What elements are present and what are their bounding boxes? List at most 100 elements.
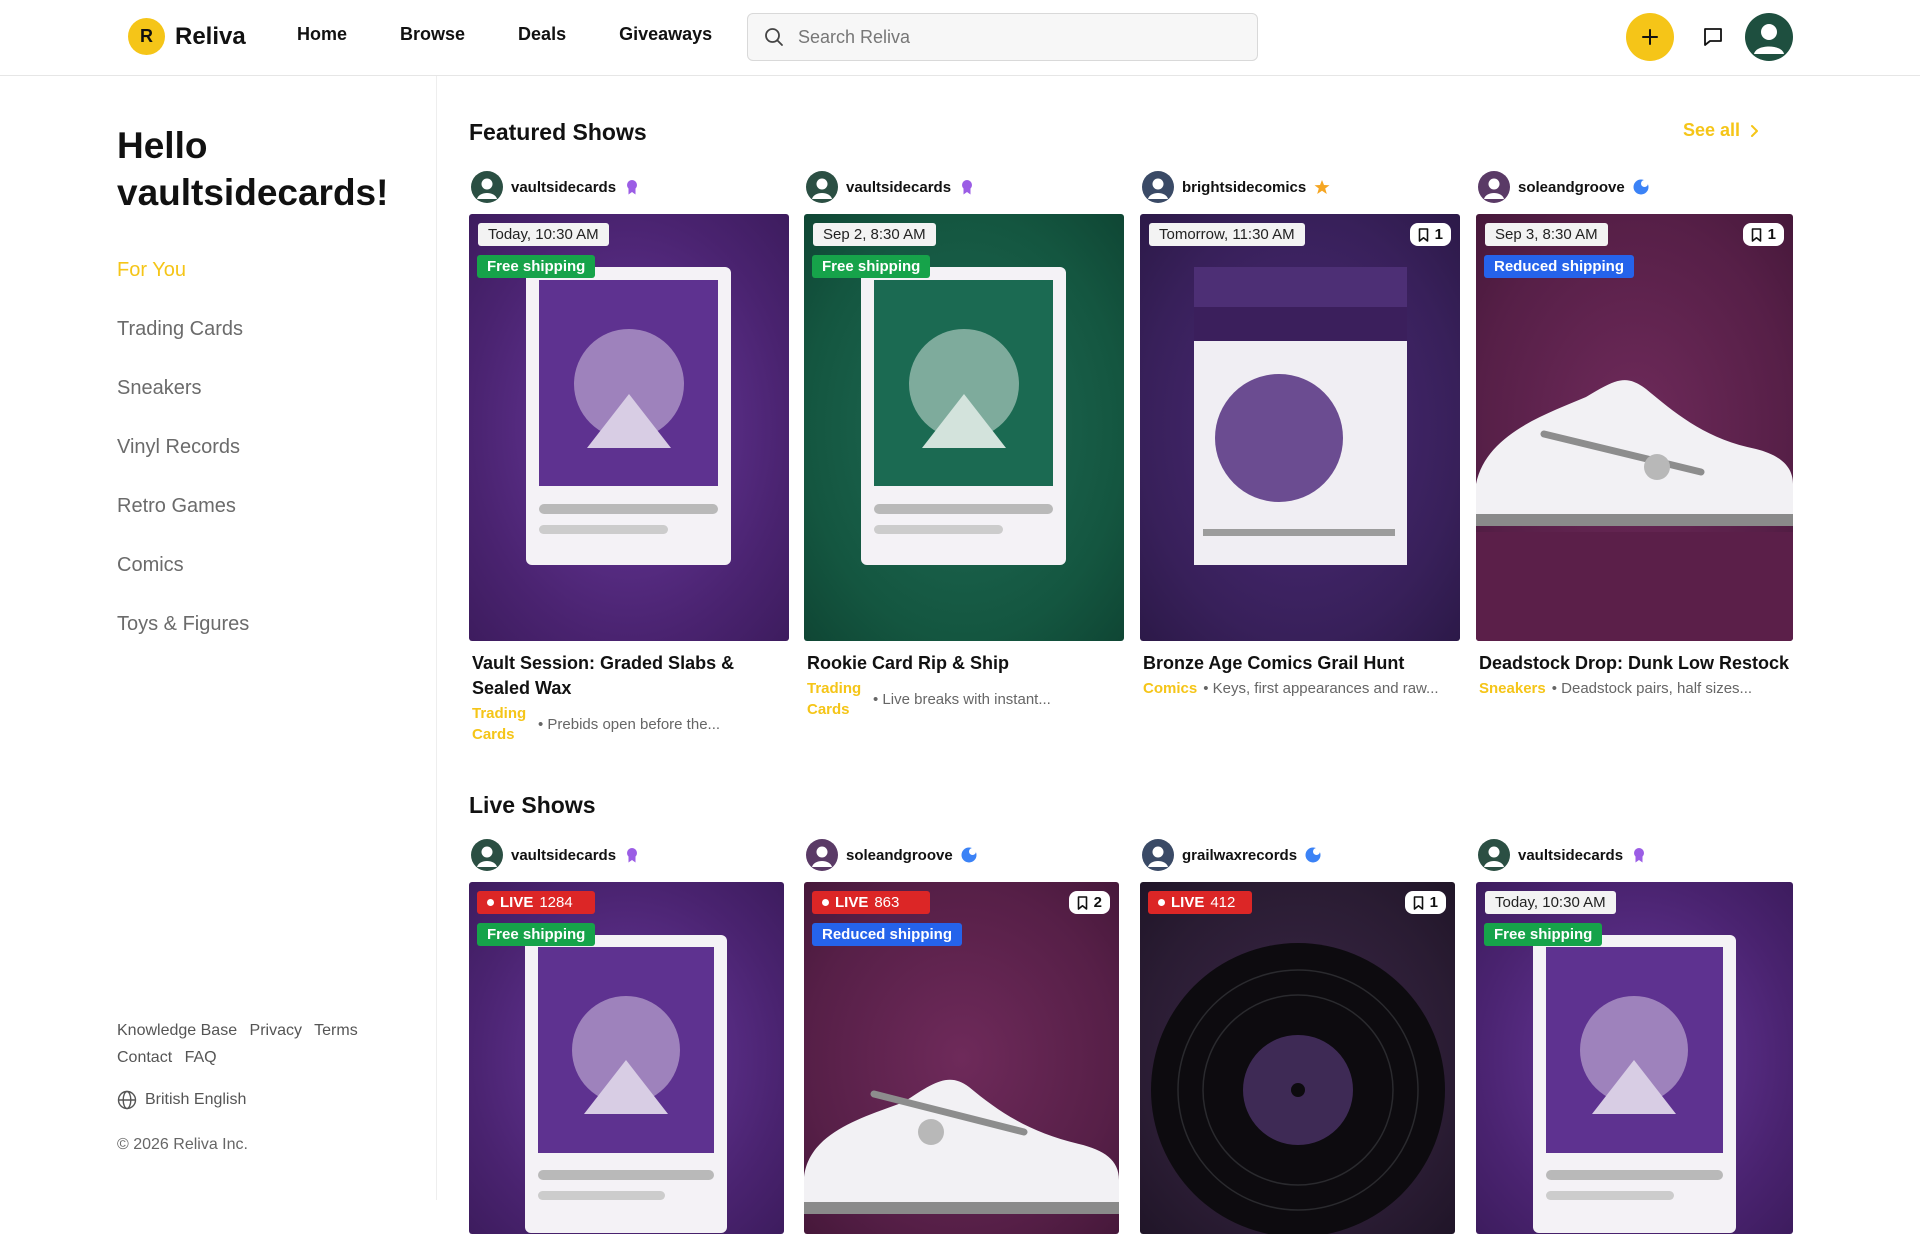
link-terms[interactable]: Terms (314, 1022, 358, 1039)
show-card[interactable]: soleandgroove Sep 3, 8:30 AM Reduced shi… (1476, 170, 1793, 699)
seller-avatar[interactable] (1142, 171, 1174, 203)
seller-name[interactable]: grailwaxrecords (1182, 847, 1297, 864)
seller-name[interactable]: vaultsidecards (511, 179, 616, 196)
show-description: • Prebids open before the... (538, 716, 721, 733)
show-category[interactable]: Sneakers (1479, 678, 1546, 699)
save-count-value: 1 (1429, 894, 1438, 911)
show-card[interactable]: vaultsidecards Sep 2, 8:30 AM Free shipp… (804, 170, 1124, 720)
seller-name[interactable]: brightsidecomics (1182, 179, 1306, 196)
show-thumbnail[interactable]: Today, 10:30 AM Free shipping (469, 214, 789, 641)
shipping-badge: Free shipping (477, 923, 596, 946)
logo[interactable]: R Reliva (128, 18, 246, 55)
bookmark-icon (1418, 227, 1428, 242)
category-vinyl-records[interactable]: Vinyl Records (117, 435, 249, 494)
seller-name[interactable]: soleandgroove (846, 847, 953, 864)
seller-avatar[interactable] (1142, 839, 1174, 871)
show-thumbnail[interactable]: LIVE 412 1 (1140, 882, 1455, 1234)
nav-home[interactable]: Home (297, 24, 347, 45)
purple-ribbon-icon (627, 848, 638, 863)
seller-name[interactable]: vaultsidecards (1518, 847, 1623, 864)
category-trading-cards[interactable]: Trading Cards (117, 317, 249, 376)
live-show-card[interactable]: vaultsidecards Today, 10:30 AM Free ship… (1476, 838, 1793, 1234)
seller-avatar[interactable] (1478, 171, 1510, 203)
category-list: For You Trading Cards Sneakers Vinyl Rec… (117, 258, 249, 671)
link-privacy[interactable]: Privacy (250, 1022, 302, 1039)
logo-mark: R (128, 18, 165, 55)
seller-avatar[interactable] (471, 171, 503, 203)
show-category[interactable]: Trading Cards (472, 703, 532, 745)
trading-card-illustration (526, 267, 731, 565)
show-thumbnail[interactable]: Tomorrow, 11:30 AM 1 (1140, 214, 1460, 641)
show-card[interactable]: vaultsidecards Today, 10:30 AM Free ship… (469, 170, 789, 745)
verified-icon (961, 847, 977, 863)
messages-button[interactable] (1696, 20, 1730, 54)
show-thumbnail[interactable]: Sep 3, 8:30 AM Reduced shipping 1 (1476, 214, 1793, 641)
save-count[interactable]: 1 (1742, 223, 1784, 246)
search-input[interactable] (798, 26, 1218, 48)
purple-ribbon-icon (1634, 848, 1645, 863)
show-thumbnail[interactable]: LIVE 1284 Free shipping (469, 882, 784, 1234)
user-icon (477, 178, 497, 199)
nav-deals[interactable]: Deals (518, 24, 566, 45)
save-count[interactable]: 1 (1404, 891, 1446, 914)
viewer-count: 1284 (539, 894, 573, 911)
add-button[interactable] (1626, 13, 1674, 61)
seller-avatar[interactable] (806, 171, 838, 203)
seller-avatar[interactable] (806, 839, 838, 871)
link-contact[interactable]: Contact (117, 1049, 172, 1066)
show-category[interactable]: Comics (1143, 678, 1197, 699)
category-sneakers[interactable]: Sneakers (117, 376, 249, 435)
language-label: British English (145, 1091, 247, 1108)
show-thumbnail[interactable]: LIVE 863 Reduced shipping 2 (804, 882, 1119, 1234)
live-label: LIVE (500, 894, 534, 911)
shipping-badge: Free shipping (477, 255, 596, 278)
category-retro-games[interactable]: Retro Games (117, 494, 249, 553)
category-for-you[interactable]: For You (117, 258, 249, 317)
footer-links: Knowledge Base Privacy Terms Contact FAQ (117, 1017, 407, 1071)
schedule-chip: Sep 3, 8:30 AM (1485, 223, 1608, 246)
chevron-right-icon (1751, 124, 1759, 137)
show-title[interactable]: Vault Session: Graded Slabs & Sealed Wax (472, 651, 789, 701)
seller-name[interactable]: soleandgroove (1518, 179, 1625, 196)
nav-browse[interactable]: Browse (400, 24, 465, 45)
seller-row: vaultsidecards (806, 170, 1124, 204)
category-toys-figures[interactable]: Toys & Figures (117, 612, 249, 671)
seller-avatar[interactable] (1478, 839, 1510, 871)
seller-avatar[interactable] (471, 839, 503, 871)
save-count[interactable]: 2 (1068, 891, 1110, 914)
live-badge: LIVE 412 (1148, 891, 1252, 914)
shipping-badge: Free shipping (812, 255, 931, 278)
live-show-card[interactable]: soleandgroove LIVE 863 Reduced shipping … (804, 838, 1119, 1234)
seller-name[interactable]: vaultsidecards (846, 179, 951, 196)
show-title[interactable]: Rookie Card Rip & Ship (807, 651, 1124, 676)
see-all-link[interactable]: See all (1683, 120, 1760, 141)
plus-icon (1642, 29, 1658, 45)
vinyl-record-illustration (1151, 943, 1445, 1234)
chat-icon (1704, 28, 1722, 46)
show-title[interactable]: Deadstock Drop: Dunk Low Restock (1479, 651, 1793, 676)
live-show-card[interactable]: grailwaxrecords LIVE 412 1 (1140, 838, 1455, 1234)
main-nav: Home Browse Deals Giveaways (297, 24, 712, 45)
user-icon (812, 846, 832, 867)
user-avatar[interactable] (1745, 13, 1793, 61)
seller-row: soleandgroove (1478, 170, 1793, 204)
show-category[interactable]: Trading Cards (807, 678, 867, 720)
nav-giveaways[interactable]: Giveaways (619, 24, 712, 45)
show-thumbnail[interactable]: Sep 2, 8:30 AM Free shipping (804, 214, 1124, 641)
save-count-value: 1 (1767, 226, 1776, 243)
link-knowledge-base[interactable]: Knowledge Base (117, 1022, 237, 1039)
save-count[interactable]: 1 (1409, 223, 1451, 246)
bookmark-icon (1413, 895, 1423, 910)
language-selector[interactable]: British English (117, 1090, 246, 1110)
link-faq[interactable]: FAQ (185, 1049, 217, 1066)
seller-name[interactable]: vaultsidecards (511, 847, 616, 864)
show-description: • Live breaks with instant... (873, 691, 1051, 708)
show-meta: Sneakers • Deadstock pairs, half sizes..… (1479, 678, 1793, 699)
show-thumbnail[interactable]: Today, 10:30 AM Free shipping (1476, 882, 1793, 1234)
show-meta: Trading Cards • Live breaks with instant… (807, 678, 1124, 720)
show-card[interactable]: brightsidecomics Tomorrow, 11:30 AM 1 Br… (1140, 170, 1460, 699)
show-title[interactable]: Bronze Age Comics Grail Hunt (1143, 651, 1460, 676)
featured-shows-title: Featured Shows (469, 119, 647, 145)
live-show-card[interactable]: vaultsidecards LIVE 1284 Free shipping (469, 838, 784, 1234)
category-comics[interactable]: Comics (117, 553, 249, 612)
